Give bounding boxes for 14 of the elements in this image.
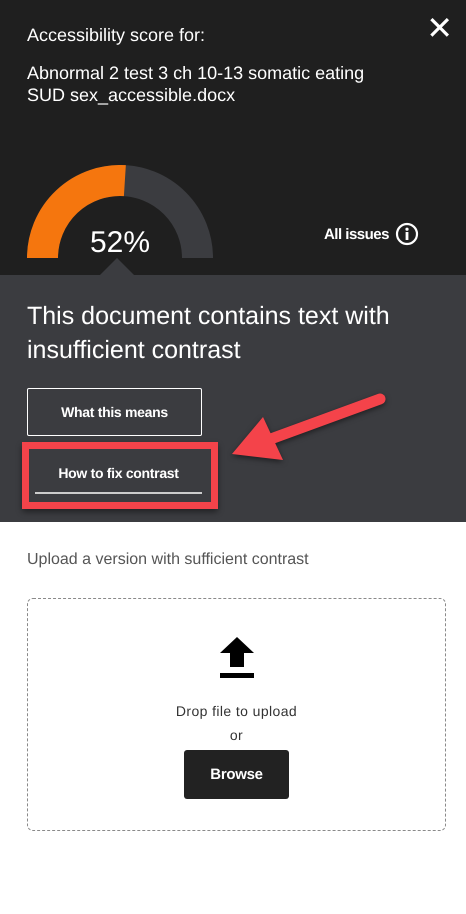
caption: Accessibility score for: [27, 24, 206, 46]
score-percent: 52% [88, 226, 152, 260]
close-button[interactable]: ✕ [426, 12, 453, 44]
or-text: or [230, 726, 244, 744]
file-name: Abnormal 2 test 3 ch 10-13 somatic eating SUD sex_accessible.docx [27, 62, 366, 106]
upload-prompt: Upload a version with sufficient contrast [27, 550, 310, 570]
all-issues-button[interactable]: All issues [324, 222, 419, 246]
issue-heading: This document contains text with insufficient contrast [27, 301, 391, 366]
browse-button[interactable]: Browse [184, 750, 289, 799]
upload-icon [220, 637, 254, 678]
info-icon [395, 222, 419, 246]
action-button[interactable]: What this means [27, 388, 202, 436]
drop-text: Drop file to upload [176, 702, 298, 720]
drop-zone[interactable]: Drop file to upload or Browse [27, 598, 446, 831]
